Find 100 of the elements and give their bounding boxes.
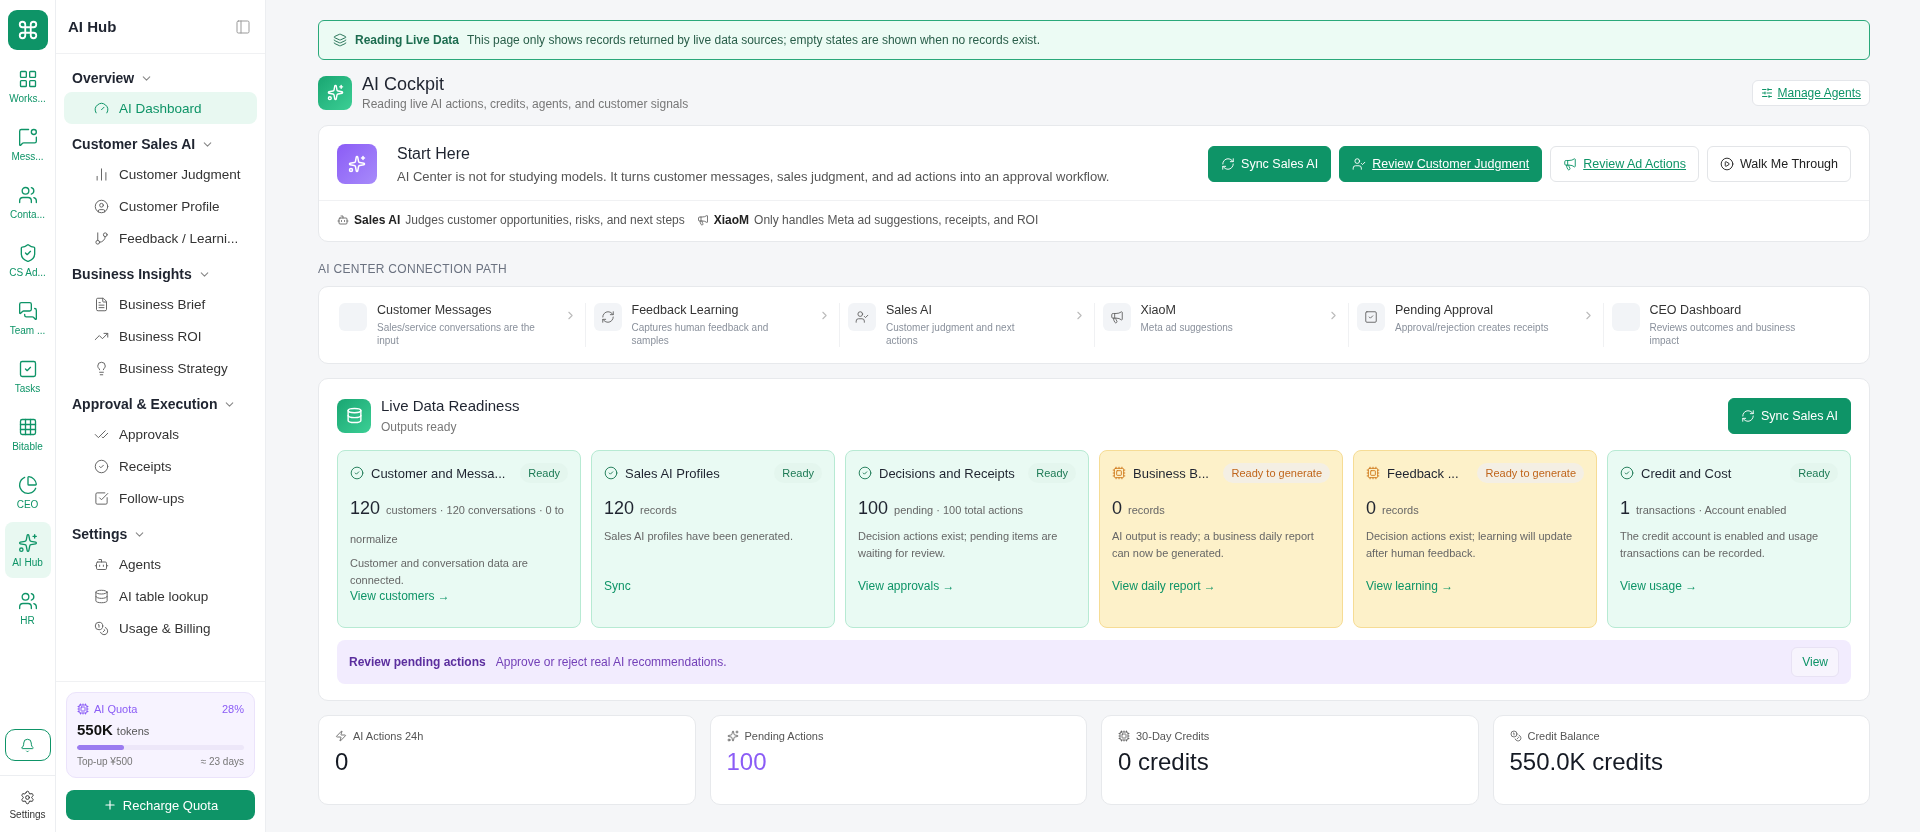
card-title: Feedback ... xyxy=(1387,465,1459,481)
rail-item[interactable]: Tasks xyxy=(4,348,51,404)
user-check-icon xyxy=(848,303,876,331)
manage-agents-button[interactable]: Manage Agents xyxy=(1751,79,1870,106)
nav-item[interactable]: Business Brief xyxy=(64,288,257,320)
action-button[interactable]: Review Ad Actions xyxy=(1550,146,1700,182)
agent-name: XiaoM xyxy=(713,213,750,227)
refresh-icon xyxy=(593,303,622,331)
database-icon xyxy=(94,588,109,604)
robot-icon xyxy=(94,556,109,572)
days-text: ≈ 23 days xyxy=(200,756,244,767)
review-title: Review pending actions xyxy=(349,655,486,669)
card-title: Live Data Readiness xyxy=(381,397,520,414)
nav-item[interactable]: Follow-ups xyxy=(64,482,257,514)
rail-item[interactable]: Bitable xyxy=(4,406,51,462)
card-metric: 1 transactions · Account enabled xyxy=(1620,497,1788,520)
plus-icon xyxy=(102,798,117,812)
megaphone-icon xyxy=(696,214,709,226)
agent-name: Sales AI xyxy=(354,213,401,227)
view-button[interactable]: View xyxy=(1791,647,1839,677)
group-header[interactable]: Settings xyxy=(64,514,155,548)
step-title: XiaoM xyxy=(1140,303,1177,317)
card-link[interactable]: View customers → xyxy=(350,588,568,603)
rail-item[interactable]: CS Ad... xyxy=(4,232,51,288)
step-description: Sales/service conversations are the input xyxy=(377,321,536,347)
group-header[interactable]: Approval & Execution xyxy=(64,384,245,418)
banner-text: This page only shows records returned by live data sources; empty states are shown when no records exist. xyxy=(467,33,1040,47)
group-header[interactable]: Business Insights xyxy=(64,254,219,288)
stat-value: 550.0K credits xyxy=(1509,748,1664,776)
nav-item[interactable]: Feedback / Learni... xyxy=(64,222,257,254)
action-button[interactable]: Sync Sales AI xyxy=(1208,146,1332,182)
status-badge: Ready xyxy=(1790,463,1838,483)
branch-icon xyxy=(94,230,109,246)
rail-item[interactable]: Conta... xyxy=(4,174,51,230)
rail-item[interactable]: Team ... xyxy=(4,290,51,346)
app-logo xyxy=(7,10,48,50)
rail-item[interactable]: Works... xyxy=(4,58,51,114)
nav-item[interactable]: Usage & Billing xyxy=(64,612,257,644)
step-description: Customer judgment and next actions xyxy=(886,321,1016,347)
rail-item[interactable]: AI Hub xyxy=(4,522,51,578)
nav-item[interactable]: Customer Profile xyxy=(64,190,257,222)
settings-button[interactable]: Settings xyxy=(0,775,56,832)
status-badge: Ready xyxy=(1028,463,1076,483)
collapse-sidebar-button[interactable] xyxy=(235,18,251,35)
chip-icon xyxy=(1112,466,1126,480)
rail-item[interactable]: HR xyxy=(4,580,51,636)
card-title: Credit and Cost xyxy=(1641,465,1732,481)
card-link[interactable]: Sync xyxy=(604,579,822,593)
section-label: AI CENTER CONNECTION PATH xyxy=(318,262,509,276)
nav-item[interactable]: Business Strategy xyxy=(64,352,257,384)
nav-item[interactable]: Agents xyxy=(64,548,257,580)
notification-button[interactable] xyxy=(4,729,51,761)
quota-percent: 28% xyxy=(221,703,244,715)
coins-icon xyxy=(94,620,109,636)
nav-item[interactable]: Business ROI xyxy=(64,320,257,352)
action-button[interactable]: Walk Me Through xyxy=(1707,146,1851,182)
message-icon xyxy=(17,126,38,147)
users-icon xyxy=(17,590,38,611)
group-header[interactable]: Overview xyxy=(64,58,162,92)
status-badge: Ready to generate xyxy=(1223,463,1330,483)
chat-icon xyxy=(17,300,38,321)
coins-icon xyxy=(1509,730,1522,742)
step-description: Captures human feedback and samples xyxy=(631,321,770,347)
nav-item[interactable]: Customer Judgment xyxy=(64,158,257,190)
checkbox-icon xyxy=(17,358,38,379)
stat-value: 0 xyxy=(335,748,350,776)
card-link[interactable]: View daily report → xyxy=(1112,579,1330,593)
card-link[interactable]: View usage → xyxy=(1620,579,1838,593)
gauge-icon xyxy=(94,100,109,116)
nav-item[interactable]: AI Dashboard xyxy=(64,92,257,124)
rail-item[interactable]: Mess... xyxy=(4,116,51,172)
check-circle-icon xyxy=(1620,466,1634,480)
card-metric: 0 records xyxy=(1112,497,1166,520)
pie-chart-icon xyxy=(17,474,38,495)
rail-item[interactable]: CEO xyxy=(4,464,51,520)
review-text: Approve or reject real AI recommendations. xyxy=(495,655,727,669)
step-title: CEO Dashboard xyxy=(1649,303,1743,317)
document-icon xyxy=(94,296,109,312)
users-icon xyxy=(17,184,38,205)
refresh-icon xyxy=(1740,408,1755,423)
card-title: Customer and Messa... xyxy=(371,465,506,481)
nav-item[interactable]: Receipts xyxy=(64,450,257,482)
card-link[interactable]: View approvals → xyxy=(858,579,1076,593)
step-description: Reviews outcomes and business impact xyxy=(1649,321,1797,347)
card-link[interactable]: View learning → xyxy=(1366,579,1584,593)
nav-item[interactable]: AI table lookup xyxy=(64,580,257,612)
card-metric: 100 pending · 100 total actions xyxy=(858,497,1025,520)
sparkle-badge-icon xyxy=(337,144,377,184)
card-description: AI Center is not for studying models. It turns customer messages, sales judgment, and ad actions into an approval workflow. xyxy=(397,168,1110,184)
status-badge: Ready xyxy=(774,463,822,483)
group-header[interactable]: Customer Sales AI xyxy=(64,124,223,158)
action-button[interactable]: Review Customer Judgment xyxy=(1339,146,1543,182)
status-badge: Ready to generate xyxy=(1477,463,1584,483)
recharge-button[interactable]: Recharge Quota xyxy=(66,790,255,820)
sync-button[interactable]: Sync Sales AI xyxy=(1727,397,1851,434)
stat-value: 100 xyxy=(726,748,768,776)
nav-item[interactable]: Approvals xyxy=(64,418,257,450)
step-description: Approval/rejection creates receipts xyxy=(1395,321,1549,334)
settings-icon xyxy=(20,790,35,805)
megaphone-icon xyxy=(1102,303,1131,331)
